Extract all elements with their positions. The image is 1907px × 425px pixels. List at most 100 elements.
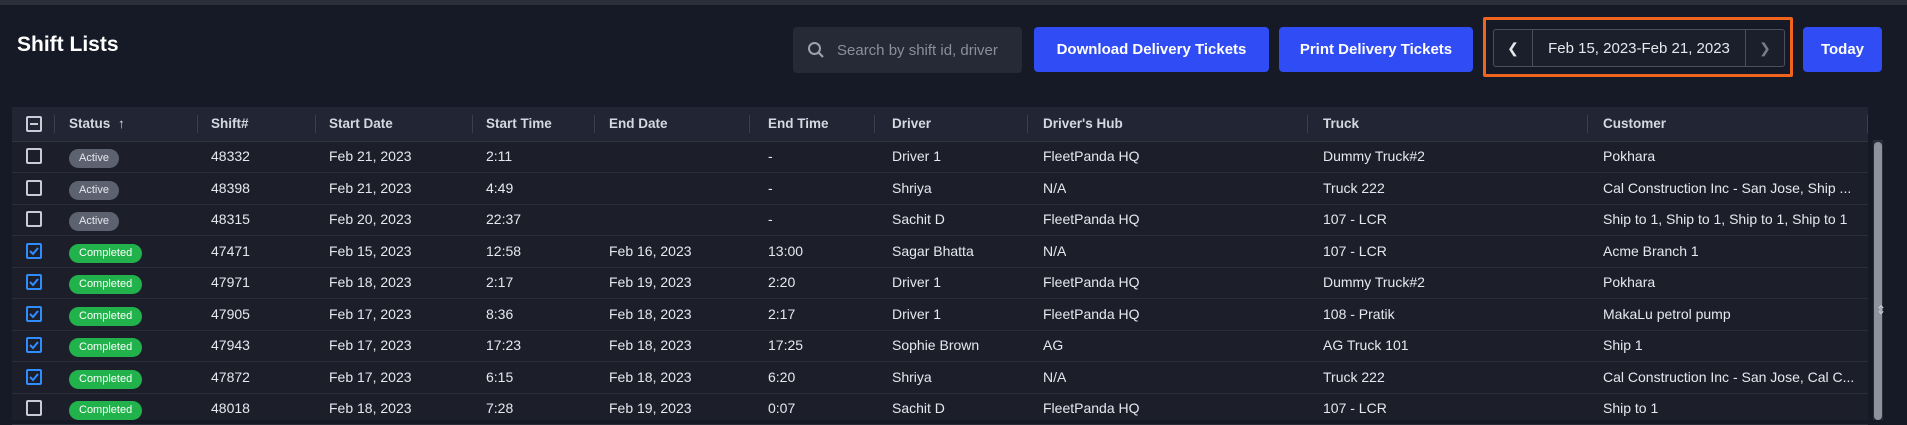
row-checkbox[interactable] xyxy=(26,179,42,196)
select-all-checkbox[interactable] xyxy=(26,116,42,132)
table-row[interactable]: Completed 47471 Feb 15, 2023 12:58 Feb 16, 2… xyxy=(12,236,1868,268)
resize-handle-icon[interactable]: ⇕ xyxy=(1876,303,1886,317)
row-checkbox[interactable] xyxy=(26,148,42,164)
today-button[interactable]: Today xyxy=(1803,27,1882,72)
cell-end-date: Feb 19, 2023 xyxy=(609,400,692,416)
table-row[interactable]: Completed 48018 Feb 18, 2023 7:28 Feb 19, 20… xyxy=(12,393,1868,425)
search-input[interactable] xyxy=(831,27,1011,73)
previous-week-button[interactable]: ❮ xyxy=(1494,30,1533,66)
row-checkbox[interactable] xyxy=(26,274,42,290)
cell-end-time: 0:07 xyxy=(768,400,796,416)
checkmark-icon xyxy=(29,309,39,318)
column-end-date[interactable]: End Date xyxy=(609,107,668,141)
page-header: Shift Lists Download Delivery Tickets Pr… xyxy=(0,5,1907,81)
cell-truck: AG Truck 101 xyxy=(1323,337,1409,353)
row-checkbox[interactable] xyxy=(26,337,42,353)
cell-status: Completed xyxy=(69,330,143,361)
cell-end-date: Feb 16, 2023 xyxy=(609,242,692,259)
column-status[interactable]: Status ↑ xyxy=(69,107,125,141)
checkmark-icon xyxy=(29,278,39,287)
cell-end-time: - xyxy=(768,148,773,164)
row-checkbox[interactable] xyxy=(26,211,42,227)
table-row[interactable]: Completed 47971 Feb 18, 2023 2:17 Feb 19, 20… xyxy=(12,267,1868,299)
checkmark-icon xyxy=(29,372,39,381)
cell-start-date: Feb 15, 2023 xyxy=(329,242,412,259)
cell-customer: MakaLu petrol pump xyxy=(1603,305,1731,322)
cell-start-date: Feb 18, 2023 xyxy=(329,274,412,290)
cell-driver: Shriya xyxy=(892,179,932,196)
cell-shift: 48018 xyxy=(211,400,250,416)
cell-truck: Truck 222 xyxy=(1323,179,1385,196)
table-row[interactable]: Active 48398 Feb 21, 2023 4:49 - Shriya N/A Tru… xyxy=(12,173,1868,205)
print-delivery-tickets-button[interactable]: Print Delivery Tickets xyxy=(1279,27,1473,72)
cell-customer: Cal Construction Inc - San Jose, Ship ..… xyxy=(1603,179,1852,196)
cell-start-date: Feb 18, 2023 xyxy=(329,400,412,416)
chevron-right-icon: ❯ xyxy=(1759,39,1771,56)
table-row[interactable]: Completed 47872 Feb 17, 2023 6:15 Feb 18, 20… xyxy=(12,362,1868,394)
column-drivers-hub[interactable]: Driver's Hub xyxy=(1043,107,1123,141)
row-checkbox[interactable] xyxy=(26,305,42,322)
status-badge: Completed xyxy=(69,369,143,389)
cell-start-time: 4:49 xyxy=(486,179,514,196)
table-row[interactable]: Completed 47943 Feb 17, 2023 17:23 Feb 18, 2… xyxy=(12,330,1868,362)
cell-driver: Sachit D xyxy=(892,400,945,416)
cell-end-date: Feb 18, 2023 xyxy=(609,305,692,322)
cell-shift: 48315 xyxy=(211,211,250,227)
date-range-picker: ❮ Feb 15, 2023-Feb 21, 2023 ❯ xyxy=(1483,17,1793,77)
cell-drivers-hub: N/A xyxy=(1043,242,1067,259)
cell-start-time: 22:37 xyxy=(486,211,522,227)
cell-status: Completed xyxy=(69,299,143,330)
cell-driver: Driver 1 xyxy=(892,274,942,290)
cell-driver: Driver 1 xyxy=(892,305,942,322)
cell-start-date: Feb 21, 2023 xyxy=(329,179,412,196)
sort-ascending-icon: ↑ xyxy=(118,116,125,131)
cell-start-date: Feb 21, 2023 xyxy=(329,148,412,164)
status-badge: Completed xyxy=(69,338,143,357)
cell-status: Active xyxy=(69,204,119,235)
cell-status: Completed xyxy=(69,236,143,267)
cell-driver: Sophie Brown xyxy=(892,337,980,353)
cell-drivers-hub: FleetPanda HQ xyxy=(1043,305,1140,322)
row-checkbox[interactable] xyxy=(26,242,42,259)
cell-drivers-hub: FleetPanda HQ xyxy=(1043,400,1140,416)
cell-shift: 47872 xyxy=(211,368,250,385)
cell-truck: Dummy Truck#2 xyxy=(1323,148,1425,164)
checkmark-icon xyxy=(29,341,39,350)
column-driver[interactable]: Driver xyxy=(892,107,931,141)
table-row[interactable]: Active 48315 Feb 20, 2023 22:37 - Sachit D Fle… xyxy=(12,204,1868,236)
cell-shift: 47943 xyxy=(211,337,250,353)
cell-status: Active xyxy=(69,173,119,204)
column-start-date[interactable]: Start Date xyxy=(329,107,393,141)
search-box[interactable] xyxy=(793,27,1022,73)
cell-driver: Sachit D xyxy=(892,211,945,227)
cell-customer: Ship to 1 xyxy=(1603,400,1659,416)
column-truck[interactable]: Truck xyxy=(1323,107,1359,141)
cell-shift: 47905 xyxy=(211,305,250,322)
status-badge: Completed xyxy=(69,275,143,294)
chevron-left-icon: ❮ xyxy=(1507,39,1519,56)
cell-shift: 48398 xyxy=(211,179,250,196)
cell-driver: Shriya xyxy=(892,368,932,385)
cell-shift: 47471 xyxy=(211,242,250,259)
table-row[interactable]: Active 48332 Feb 21, 2023 2:11 - Driver 1 Flee… xyxy=(12,141,1868,173)
table-row[interactable]: Completed 47905 Feb 17, 2023 8:36 Feb 18, 20… xyxy=(12,299,1868,331)
cell-status: Completed xyxy=(69,267,143,298)
column-customer[interactable]: Customer xyxy=(1603,107,1666,141)
row-checkbox[interactable] xyxy=(26,368,42,385)
row-checkbox[interactable] xyxy=(26,400,42,416)
column-end-time[interactable]: End Time xyxy=(768,107,829,141)
status-badge: Completed xyxy=(69,243,143,263)
cell-status: Completed xyxy=(69,393,143,424)
vertical-scrollbar-thumb[interactable] xyxy=(1874,142,1882,420)
date-range-label[interactable]: Feb 15, 2023-Feb 21, 2023 xyxy=(1533,30,1745,66)
cell-start-date: Feb 17, 2023 xyxy=(329,368,412,385)
column-shift[interactable]: Shift# xyxy=(211,107,249,141)
download-delivery-tickets-button[interactable]: Download Delivery Tickets xyxy=(1034,27,1269,72)
column-start-time[interactable]: Start Time xyxy=(486,107,552,141)
cell-drivers-hub: N/A xyxy=(1043,179,1067,196)
cell-end-date: Feb 18, 2023 xyxy=(609,368,692,385)
cell-start-time: 8:36 xyxy=(486,305,514,322)
table-header: Status ↑ Shift# Start Date Start Time En… xyxy=(12,107,1868,142)
cell-customer: Cal Construction Inc - San Jose, Cal C..… xyxy=(1603,368,1855,385)
next-week-button[interactable]: ❯ xyxy=(1745,30,1784,66)
